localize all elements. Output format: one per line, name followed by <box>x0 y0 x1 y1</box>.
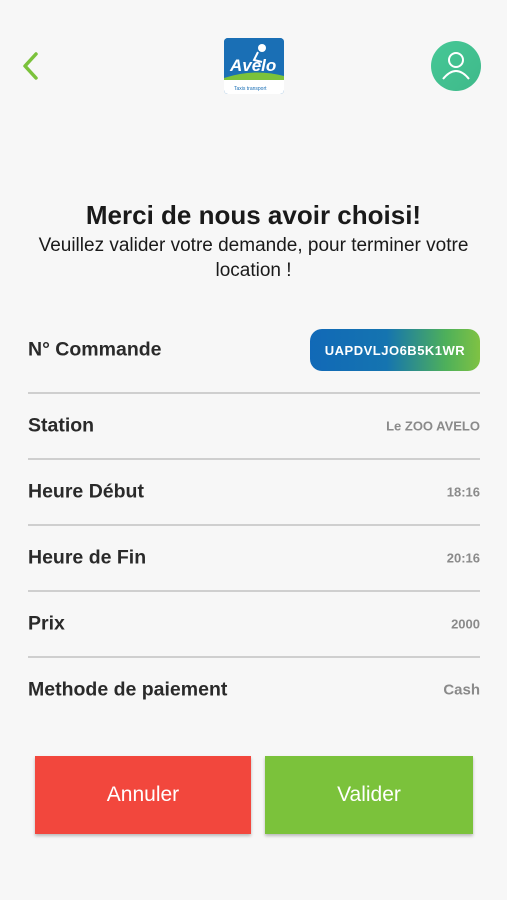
detail-row-order: N° Commande UAPDVLJO6B5K1WR <box>28 318 480 382</box>
detail-row-station: Station Le ZOO AVELO <box>28 394 480 458</box>
top-bar: Avelo Taxis transport <box>0 36 507 96</box>
detail-row-start-time: Heure Début 18:16 <box>28 460 480 524</box>
validate-button[interactable]: Valider <box>265 756 473 834</box>
payment-method-label: Methode de paiement <box>28 678 228 701</box>
order-number-badge: UAPDVLJO6B5K1WR <box>310 329 480 371</box>
station-label: Station <box>28 414 95 437</box>
status-bar <box>0 0 507 28</box>
cancel-button[interactable]: Annuler <box>35 756 251 834</box>
price-label: Prix <box>28 612 65 635</box>
svg-text:Avelo: Avelo <box>229 56 276 75</box>
start-time-label: Heure Début <box>28 480 144 503</box>
page-title: Merci de nous avoir choisi! <box>85 200 422 230</box>
end-time-label: Heure de Fin <box>28 546 147 569</box>
end-time-value: 20:16 <box>446 550 480 566</box>
back-button[interactable] <box>16 48 48 84</box>
page-subtitle: Veuillez valider votre demande, pour ter… <box>38 235 469 281</box>
start-time-value: 18:16 <box>446 484 480 500</box>
detail-row-end-time: Heure de Fin 20:16 <box>28 526 480 590</box>
avelo-logo: Avelo Taxis transport <box>224 38 284 94</box>
payment-method-value: Cash <box>443 681 480 699</box>
station-value: Le ZOO AVELO <box>386 418 480 434</box>
detail-row-payment-method: Methode de paiement Cash <box>28 658 480 722</box>
price-value: 2000 <box>451 616 480 632</box>
chevron-left-icon <box>23 52 38 80</box>
order-label: N° Commande <box>28 338 162 361</box>
profile-button[interactable] <box>431 41 481 91</box>
detail-row-price: Prix 2000 <box>28 592 480 656</box>
user-icon <box>442 52 470 80</box>
svg-text:Taxis transport: Taxis transport <box>234 86 267 92</box>
